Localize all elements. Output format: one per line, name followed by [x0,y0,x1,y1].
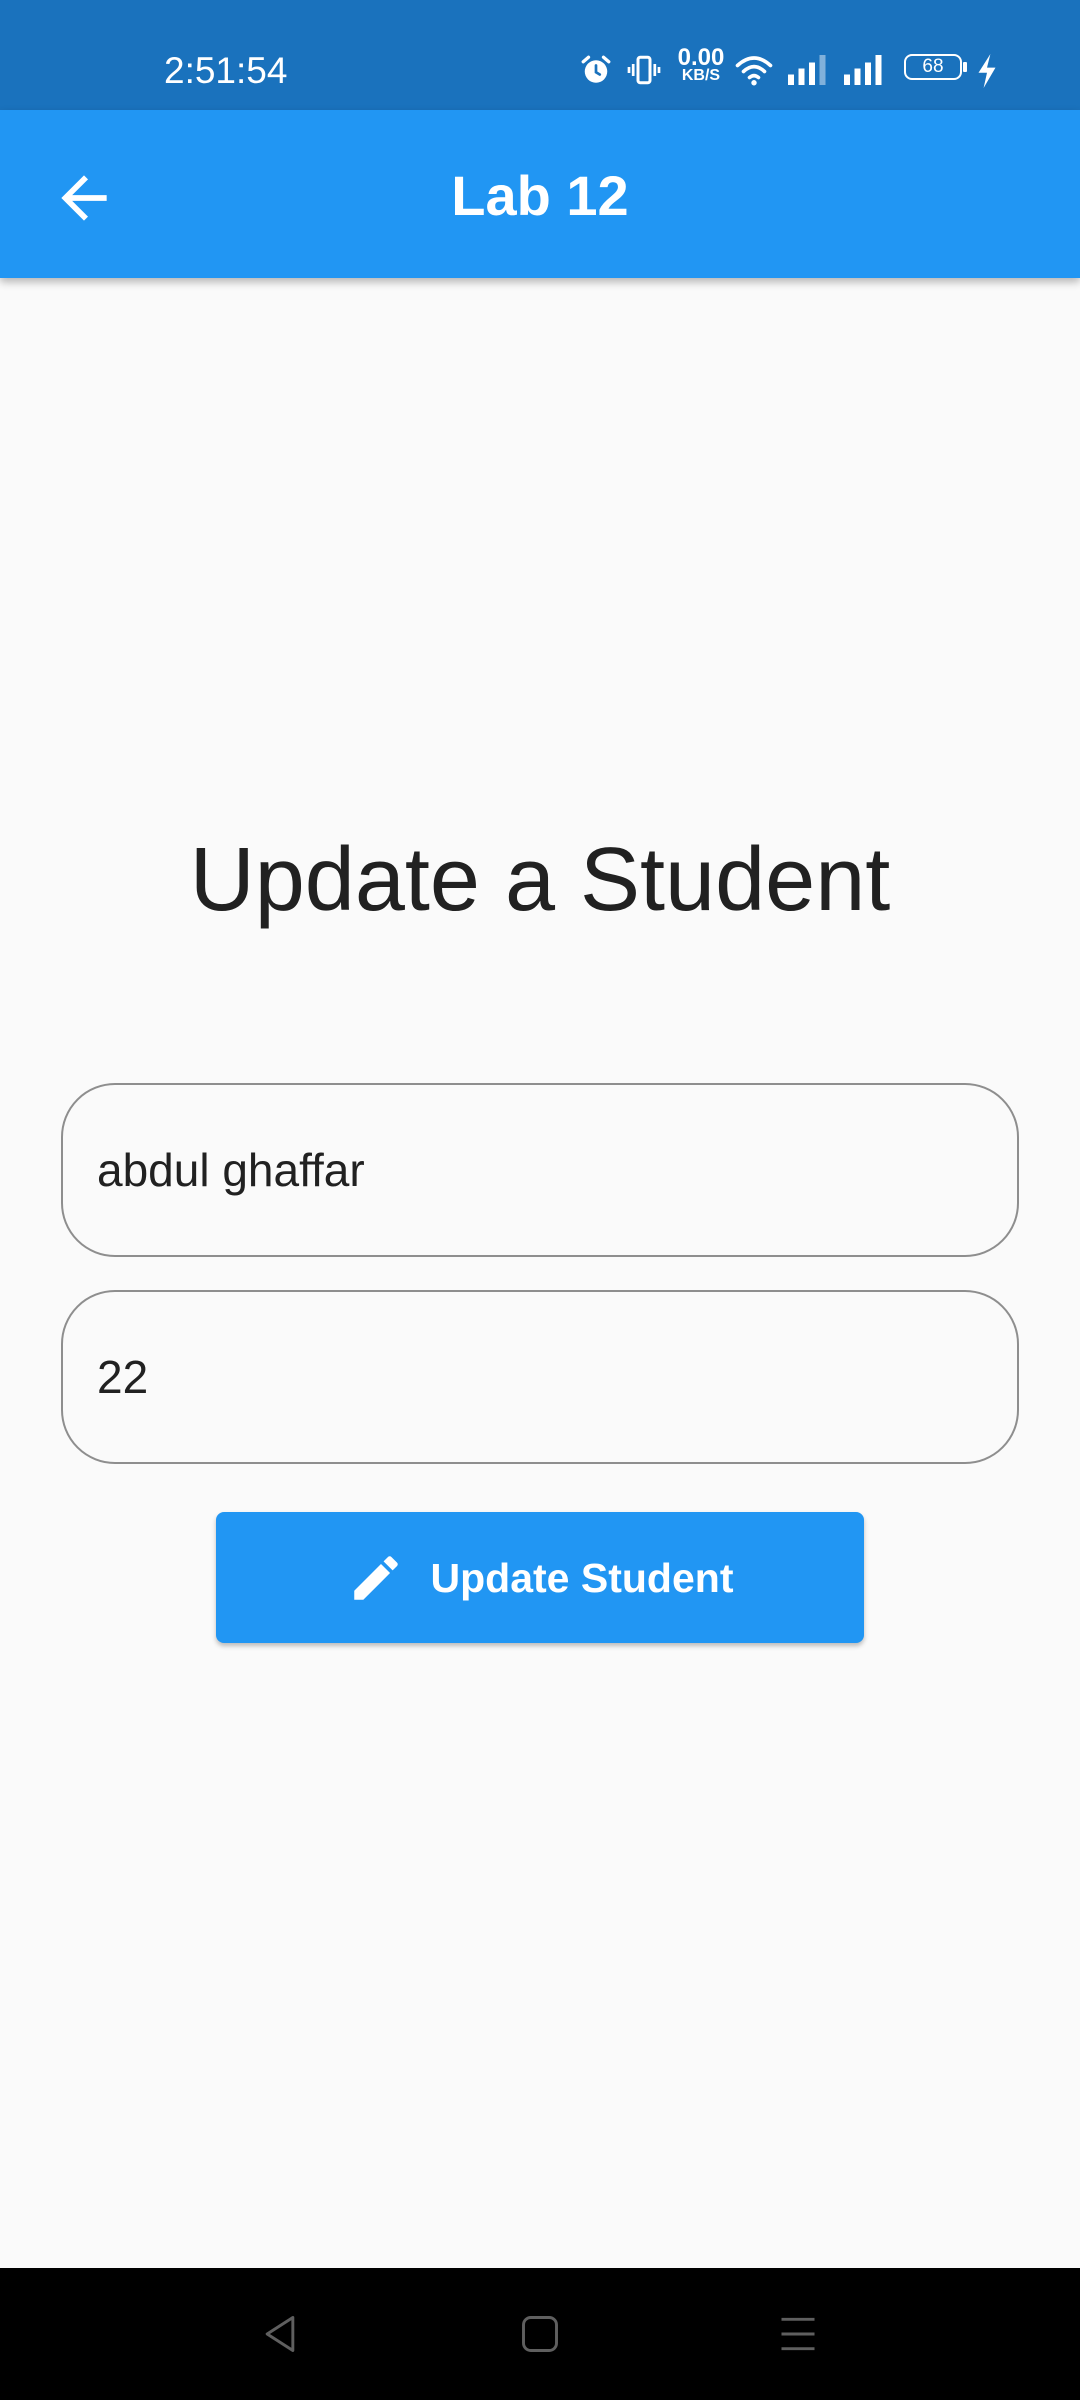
network-speed: 0.00 KB/S [672,46,730,84]
nav-home-icon[interactable] [518,2312,562,2356]
wifi-icon [735,56,773,86]
nav-menu-icon[interactable] [776,2312,820,2356]
age-field[interactable] [61,1290,1019,1464]
update-student-label: Update Student [430,1554,734,1601]
vibrate-icon [627,55,661,85]
alarm-icon [581,55,611,83]
battery-icon: 68 [904,54,967,80]
navigation-bar [0,2268,1080,2400]
page-title: Update a Student [189,830,891,930]
update-student-button[interactable]: Update Student [216,1512,864,1643]
nav-back-icon[interactable] [258,2312,302,2356]
app-bar: Lab 12 [0,110,1080,278]
status-time: 2:51:54 [164,50,288,91]
pencil-icon [353,1555,398,1600]
name-field[interactable] [61,1083,1019,1257]
signal-icon [844,55,882,85]
status-bar: 2:51:54 0.00 KB/S 68 [0,0,1080,110]
app-title: Lab 12 [451,164,629,227]
signal-icon [788,55,826,85]
charging-icon [978,54,996,88]
